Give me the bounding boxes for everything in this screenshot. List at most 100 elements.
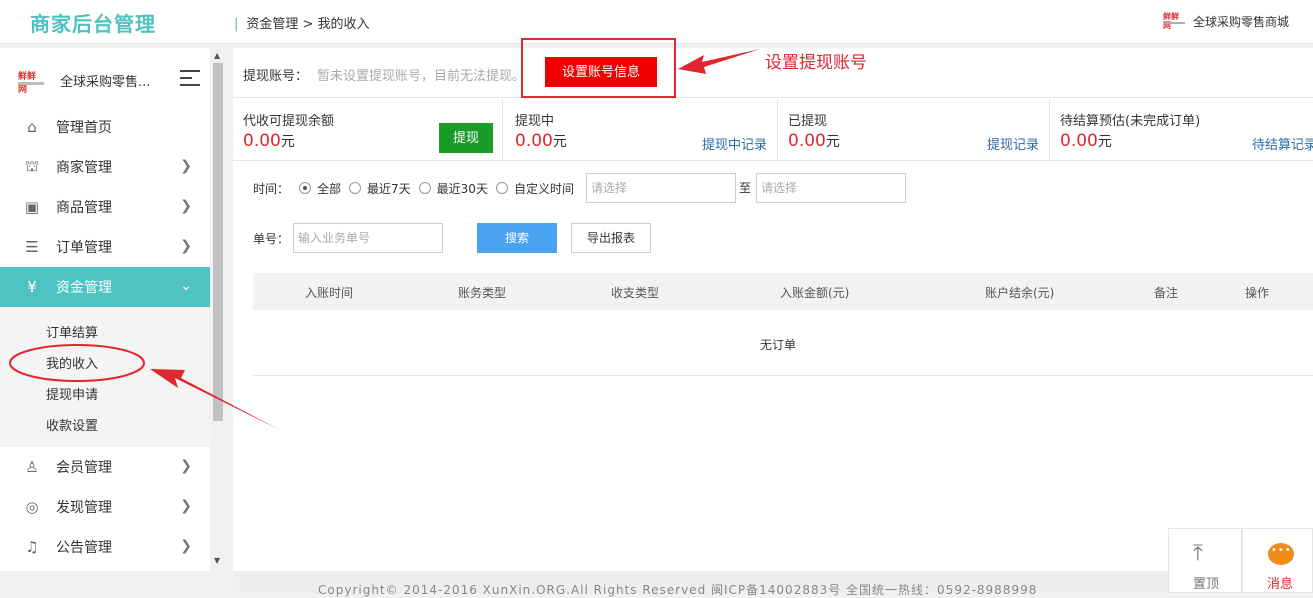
radio-checked-icon — [299, 182, 312, 194]
chevron-right-icon: ❯ — [180, 498, 192, 514]
breadcrumb-text: 资金管理 > 我的收入 — [246, 17, 370, 32]
sidebar-item-funds[interactable]: ¥ 资金管理 ⌄ — [0, 267, 210, 307]
sidebar-item-member[interactable]: ♙ 会员管理 ❯ — [0, 447, 210, 487]
sidebar-item-notice[interactable]: ♫ 公告管理 ❯ — [0, 527, 210, 567]
order-icon: ☰ — [25, 238, 39, 256]
radio-unchecked-icon — [418, 182, 431, 194]
sidebar-item-discover[interactable]: ◎ 发现管理 ❯ — [0, 487, 210, 527]
empty-state-text: 无订单 — [760, 338, 797, 352]
brand-title[interactable]: 商家后台管理 — [30, 8, 156, 37]
pending-settlement-records-link[interactable]: 待结算记录 — [1252, 134, 1313, 153]
sidebar-shop-name: 全球采购零售... — [60, 74, 151, 90]
menu-toggle-icon[interactable] — [180, 70, 200, 88]
breadcrumb-separator: | — [234, 17, 239, 32]
column-header: 入账金额(元) — [780, 286, 850, 300]
stat-withdrawing: 提现中 0.00元 提现中记录 — [505, 99, 778, 161]
sidebar-item-label: 资金管理 — [56, 280, 112, 296]
sidebar-item-label: 管理首页 — [56, 120, 112, 136]
sidebar-item-merchant[interactable]: ⛫ 商家管理 ❯ — [0, 147, 210, 187]
back-to-top-button[interactable]: ⤒ 置顶 — [1168, 528, 1242, 593]
export-report-button[interactable]: 导出报表 — [571, 223, 651, 253]
submenu-withdraw-request[interactable]: 提现申请 — [46, 384, 98, 403]
time-filter: 时间： 全部 最近7天 最近30天 自定义时间 — [253, 173, 582, 203]
annotation-text: 设置提现账号 — [765, 53, 867, 73]
radio-all[interactable]: 全部 — [299, 180, 341, 197]
sidebar-item-label: 商家管理 — [56, 160, 112, 176]
withdrawing-records-link[interactable]: 提现中记录 — [702, 134, 767, 153]
radio-last-7-days[interactable]: 最近7天 — [349, 180, 411, 197]
member-icon: ♙ — [25, 458, 39, 476]
column-header: 收支类型 — [611, 286, 660, 300]
column-header: 入账时间 — [305, 286, 354, 300]
sidebar-item-label: 订单管理 — [56, 240, 112, 256]
sidebar-item-product[interactable]: ▣ 商品管理 ❯ — [0, 187, 210, 227]
header-shop[interactable]: 鲜鲜网 全球采购零售商城 — [1162, 12, 1289, 30]
column-header: 账务类型 — [458, 286, 507, 300]
funds-submenu: 订单结算 我的收入 提现申请 收款设置 — [0, 307, 210, 447]
main-content: 提现账号： 暂未设置提现账号，目前无法提现。 设置账号信息 设置提现账号 代收可… — [233, 38, 1313, 571]
chat-bubble-icon — [1268, 543, 1294, 565]
radio-unchecked-icon — [495, 182, 508, 194]
shop-logo-icon: 鲜鲜网 — [1162, 12, 1185, 30]
sidebar-item-home[interactable]: ⌂ 管理首页 — [0, 107, 210, 147]
message-button[interactable]: 消息 — [1242, 528, 1313, 593]
home-icon: ⌂ — [27, 118, 37, 136]
stat-amount: 0.00元 — [515, 131, 567, 151]
balance-stats: 代收可提现余额 0.00元 提现 提现中 0.00元 提现中记录 已提现 0.0… — [233, 99, 1313, 161]
chevron-right-icon: ❯ — [180, 238, 192, 254]
withdraw-records-link[interactable]: 提现记录 — [987, 134, 1039, 153]
submenu-order-settlement[interactable]: 订单结算 — [46, 322, 98, 341]
radio-last-30-days[interactable]: 最近30天 — [418, 180, 488, 197]
stat-title: 提现中 — [515, 114, 555, 129]
withdraw-account-row: 提现账号： 暂未设置提现账号，目前无法提现。 设置账号信息 设置提现账号 — [233, 38, 1313, 98]
start-date-input[interactable]: 请选择 — [586, 173, 736, 203]
stat-amount: 0.00元 — [1060, 131, 1112, 151]
column-header: 账户结余(元) — [985, 286, 1055, 300]
sidebar-item-label: 商品管理 — [56, 200, 112, 216]
withdraw-button[interactable]: 提现 — [439, 123, 493, 153]
product-icon: ▣ — [24, 198, 40, 216]
column-header: 操作 — [1245, 286, 1270, 300]
stat-title: 待结算预估(未完成订单) — [1060, 114, 1201, 129]
sidebar-item-order[interactable]: ☰ 订单管理 ❯ — [0, 227, 210, 267]
header-shop-name: 全球采购零售商城 — [1192, 14, 1289, 29]
yuan-icon: ¥ — [27, 278, 37, 296]
footer: Copyright© 2014-2016 XunXin.ORG.All Righ… — [233, 571, 1313, 597]
discover-icon: ◎ — [25, 498, 39, 516]
submenu-payment-settings[interactable]: 收款设置 — [46, 415, 98, 434]
breadcrumb: | 资金管理 > 我的收入 — [234, 13, 370, 32]
table-empty-row: 无订单 — [253, 310, 1313, 376]
scroll-up-arrow-icon[interactable]: ▲ — [214, 51, 220, 60]
order-number-label: 单号： — [253, 232, 290, 246]
stat-title: 代收可提现余额 — [243, 114, 335, 129]
search-button[interactable]: 搜索 — [477, 223, 557, 253]
stat-pending-settlement: 待结算预估(未完成订单) 0.00元 待结算记录 — [1050, 99, 1313, 161]
submenu-my-income[interactable]: 我的收入 — [46, 353, 98, 372]
table-header: 入账时间 账务类型 收支类型 入账金额(元) 账户结余(元) 备注 操作 — [253, 273, 1313, 310]
order-number-input[interactable]: 输入业务单号 — [293, 223, 443, 253]
back-to-top-label: 置顶 — [1193, 577, 1220, 592]
withdraw-account-label: 提现账号： — [243, 69, 309, 84]
sidebar-item-label: 发现管理 — [56, 500, 112, 516]
chevron-right-icon: ❯ — [180, 158, 192, 174]
withdraw-account-hint: 暂未设置提现账号，目前无法提现。 — [317, 69, 526, 84]
sidebar-scrollbar-thumb[interactable] — [213, 63, 223, 421]
time-filter-label: 时间： — [253, 181, 290, 196]
set-account-button[interactable]: 设置账号信息 — [545, 57, 657, 87]
radio-custom-time[interactable]: 自定义时间 — [495, 180, 574, 197]
message-label: 消息 — [1267, 577, 1294, 592]
column-header: 备注 — [1154, 286, 1179, 300]
chevron-right-icon: ❯ — [180, 538, 192, 554]
end-date-input[interactable]: 请选择 — [756, 173, 906, 203]
radio-unchecked-icon — [349, 182, 362, 194]
stat-amount: 0.00元 — [788, 131, 840, 151]
notice-icon: ♫ — [25, 538, 39, 556]
stat-title: 已提现 — [788, 114, 828, 129]
chevron-right-icon: ❯ — [180, 198, 192, 214]
stat-withdrawn: 已提现 0.00元 提现记录 — [778, 99, 1050, 161]
stat-available-balance: 代收可提现余额 0.00元 提现 — [233, 99, 503, 161]
chevron-down-icon: ⌄ — [180, 278, 192, 294]
store-icon: ⛫ — [25, 157, 39, 175]
scroll-down-arrow-icon[interactable]: ▼ — [214, 556, 220, 565]
arrow-up-icon: ⤒ — [1193, 541, 1203, 566]
